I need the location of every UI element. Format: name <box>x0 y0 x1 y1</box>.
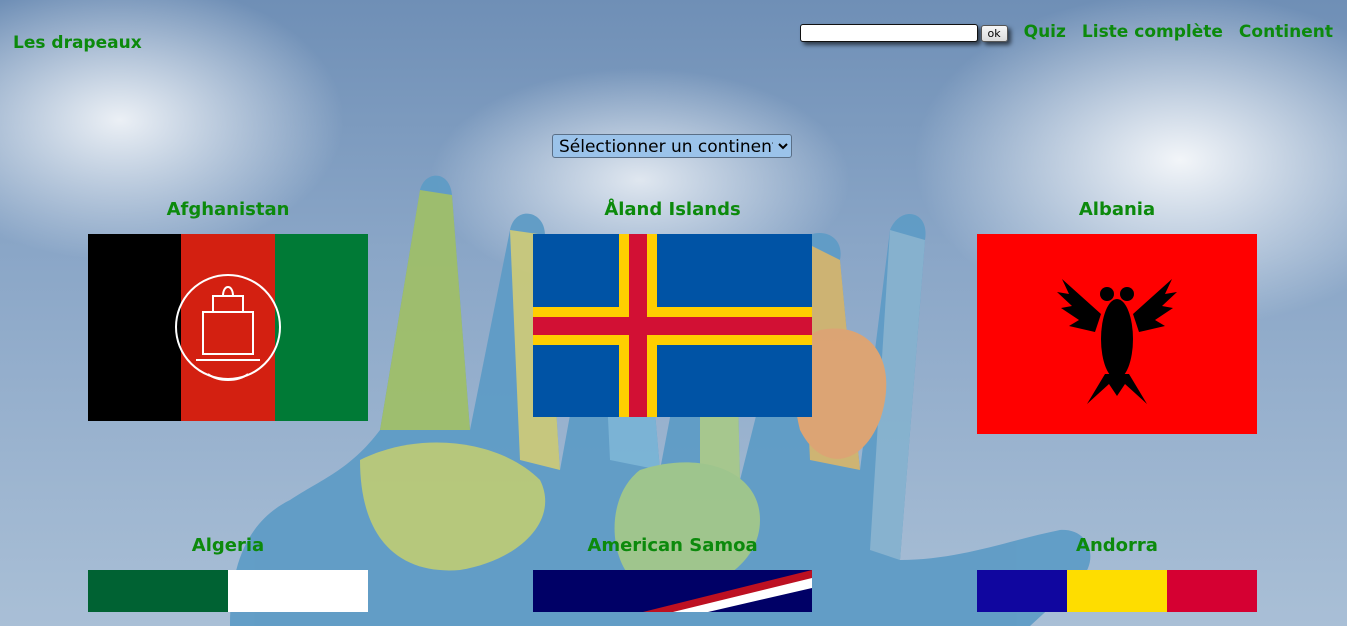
country-card-afghanistan[interactable]: Afghanistan <box>88 199 368 421</box>
nav-link-quiz[interactable]: Quiz <box>1024 22 1066 42</box>
country-name[interactable]: Albania <box>977 199 1257 220</box>
country-card-andorra[interactable]: Andorra <box>977 535 1257 612</box>
search-ok-button[interactable]: ok <box>980 24 1008 42</box>
country-card-albania[interactable]: Albania <box>977 199 1257 434</box>
flag-afghanistan-image[interactable] <box>88 234 368 421</box>
country-card-aland-islands[interactable]: Åland Islands <box>533 199 812 417</box>
country-card-american-samoa[interactable]: American Samoa <box>533 535 812 612</box>
nav-link-continent[interactable]: Continent <box>1239 22 1333 42</box>
country-name[interactable]: Åland Islands <box>533 199 812 220</box>
flag-albania-image[interactable] <box>977 234 1257 434</box>
country-name[interactable]: Andorra <box>977 535 1257 556</box>
country-name[interactable]: Algeria <box>88 535 368 556</box>
flag-american-samoa-image[interactable] <box>533 570 812 612</box>
flag-andorra-image[interactable] <box>977 570 1257 612</box>
flag-aland-islands-image[interactable] <box>533 234 812 417</box>
country-name[interactable]: Afghanistan <box>88 199 368 220</box>
nav-link-full-list[interactable]: Liste complète <box>1082 22 1223 42</box>
search-input[interactable] <box>799 24 978 42</box>
country-card-algeria[interactable]: Algeria <box>88 535 368 612</box>
brand-link[interactable]: Les drapeaux <box>13 33 142 53</box>
flag-algeria-image[interactable] <box>88 570 368 612</box>
country-name[interactable]: American Samoa <box>533 535 812 556</box>
continent-select-wrapper: Sélectionner un continent <box>552 134 792 158</box>
continent-select[interactable]: Sélectionner un continent <box>552 134 792 158</box>
top-navigation: ok Quiz Liste complète Continent <box>799 22 1333 42</box>
